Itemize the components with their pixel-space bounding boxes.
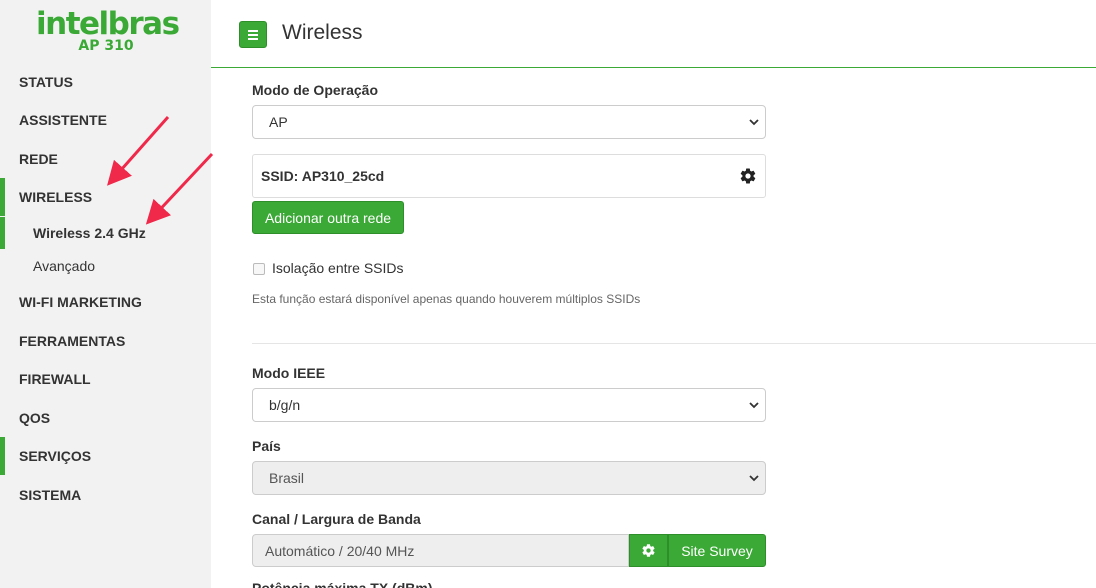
channel-label: Canal / Largura de Banda: [252, 511, 421, 527]
logo-brand: intelbras: [36, 6, 180, 42]
chevron-down-icon: [749, 119, 759, 126]
page-header: Wireless: [211, 0, 1096, 68]
sidebar-item-servicos[interactable]: SERVIÇOS: [0, 437, 211, 475]
ieee-label: Modo IEEE: [252, 365, 326, 381]
app-root: intelbras AP 310 STATUS ASSISTENTE REDE …: [0, 0, 1096, 588]
sidebar-item-wireless[interactable]: WIRELESS: [0, 178, 211, 216]
mode-select[interactable]: AP: [252, 105, 766, 139]
sidebar-subitem-wireless-24[interactable]: Wireless 2.4 GHz: [0, 217, 211, 249]
site-survey-button[interactable]: Site Survey: [668, 534, 766, 567]
page-title: Wireless: [282, 21, 363, 44]
isolation-label: Isolação entre SSIDs: [272, 260, 404, 276]
sidebar-item-sistema[interactable]: SISTEMA: [0, 476, 211, 514]
gear-icon[interactable]: [739, 167, 757, 185]
channel-settings-button[interactable]: [629, 534, 668, 567]
channel-input[interactable]: Automático / 20/40 MHz: [252, 534, 629, 567]
logo: intelbras AP 310: [36, 6, 180, 53]
sidebar-item-assistente[interactable]: ASSISTENTE: [0, 101, 211, 139]
sidebar-subitem-avancado[interactable]: Avançado: [0, 250, 211, 282]
ieee-select[interactable]: b/g/n: [252, 388, 766, 422]
ieee-select-value: b/g/n: [269, 397, 301, 413]
tx-power-label: Potência máxima TX (dBm): [252, 580, 433, 588]
sidebar: intelbras AP 310 STATUS ASSISTENTE REDE …: [0, 0, 211, 588]
sidebar-item-status[interactable]: STATUS: [0, 63, 211, 101]
ssid-text: SSID: AP310_25cd: [261, 168, 385, 184]
mode-select-value: AP: [269, 114, 288, 130]
isolation-help-text: Esta função estará disponível apenas qua…: [252, 292, 641, 306]
gear-icon: [642, 544, 655, 557]
sidebar-item-rede[interactable]: REDE: [0, 140, 211, 178]
sidebar-item-qos[interactable]: QOS: [0, 399, 211, 437]
country-select-value: Brasil: [269, 470, 305, 486]
add-network-button[interactable]: Adicionar outra rede: [252, 201, 404, 234]
sidebar-item-firewall[interactable]: FIREWALL: [0, 360, 211, 398]
sidebar-item-ferramentas[interactable]: FERRAMENTAS: [0, 322, 211, 360]
isolation-checkbox[interactable]: [253, 263, 265, 275]
country-select[interactable]: Brasil: [252, 461, 766, 495]
channel-value: Automático / 20/40 MHz: [265, 542, 415, 559]
chevron-down-icon: [749, 475, 759, 482]
mode-label: Modo de Operação: [252, 82, 379, 98]
section-divider: [252, 343, 1096, 344]
ssid-card: SSID: AP310_25cd: [252, 154, 766, 198]
country-label: País: [252, 438, 281, 454]
menu-toggle-button[interactable]: [239, 21, 267, 48]
hamburger-icon: [248, 28, 258, 42]
sidebar-item-wifi-marketing[interactable]: WI-FI MARKETING: [0, 283, 211, 321]
chevron-down-icon: [749, 402, 759, 409]
